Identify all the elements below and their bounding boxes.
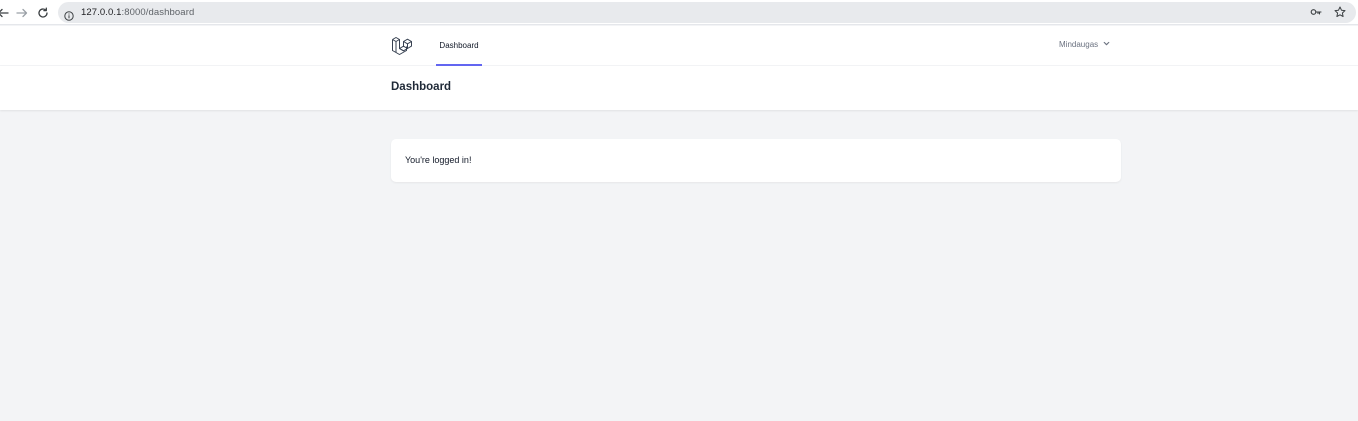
forward-icon[interactable] [14,5,30,21]
reload-icon[interactable] [35,5,51,21]
status-card: You're logged in! [391,139,1121,182]
chevron-down-icon [1103,40,1110,49]
page-header: Dashboard [0,66,1358,110]
site-info-icon[interactable] [64,8,74,21]
user-name: Mindaugas [1059,40,1099,49]
url-path: :8000/dashboard [121,7,195,18]
browser-toolbar: 127.0.0.1:8000/dashboard [0,0,1358,25]
laravel-logo-icon[interactable] [391,35,413,57]
back-icon[interactable] [0,5,11,21]
nav-link-dashboard[interactable]: Dashboard [436,26,482,66]
app-navigation: Dashboard Mindaugas [0,26,1358,66]
password-key-icon[interactable] [1310,5,1322,23]
url-text: 127.0.0.1:8000/dashboard [81,7,194,18]
login-status-message: You're logged in! [405,155,472,165]
url-host: 127.0.0.1 [81,7,122,18]
user-dropdown[interactable]: Mindaugas [1059,40,1110,49]
page-title: Dashboard [391,81,452,93]
address-bar[interactable]: 127.0.0.1:8000/dashboard [58,2,1356,23]
bookmark-star-icon[interactable] [1334,5,1346,23]
